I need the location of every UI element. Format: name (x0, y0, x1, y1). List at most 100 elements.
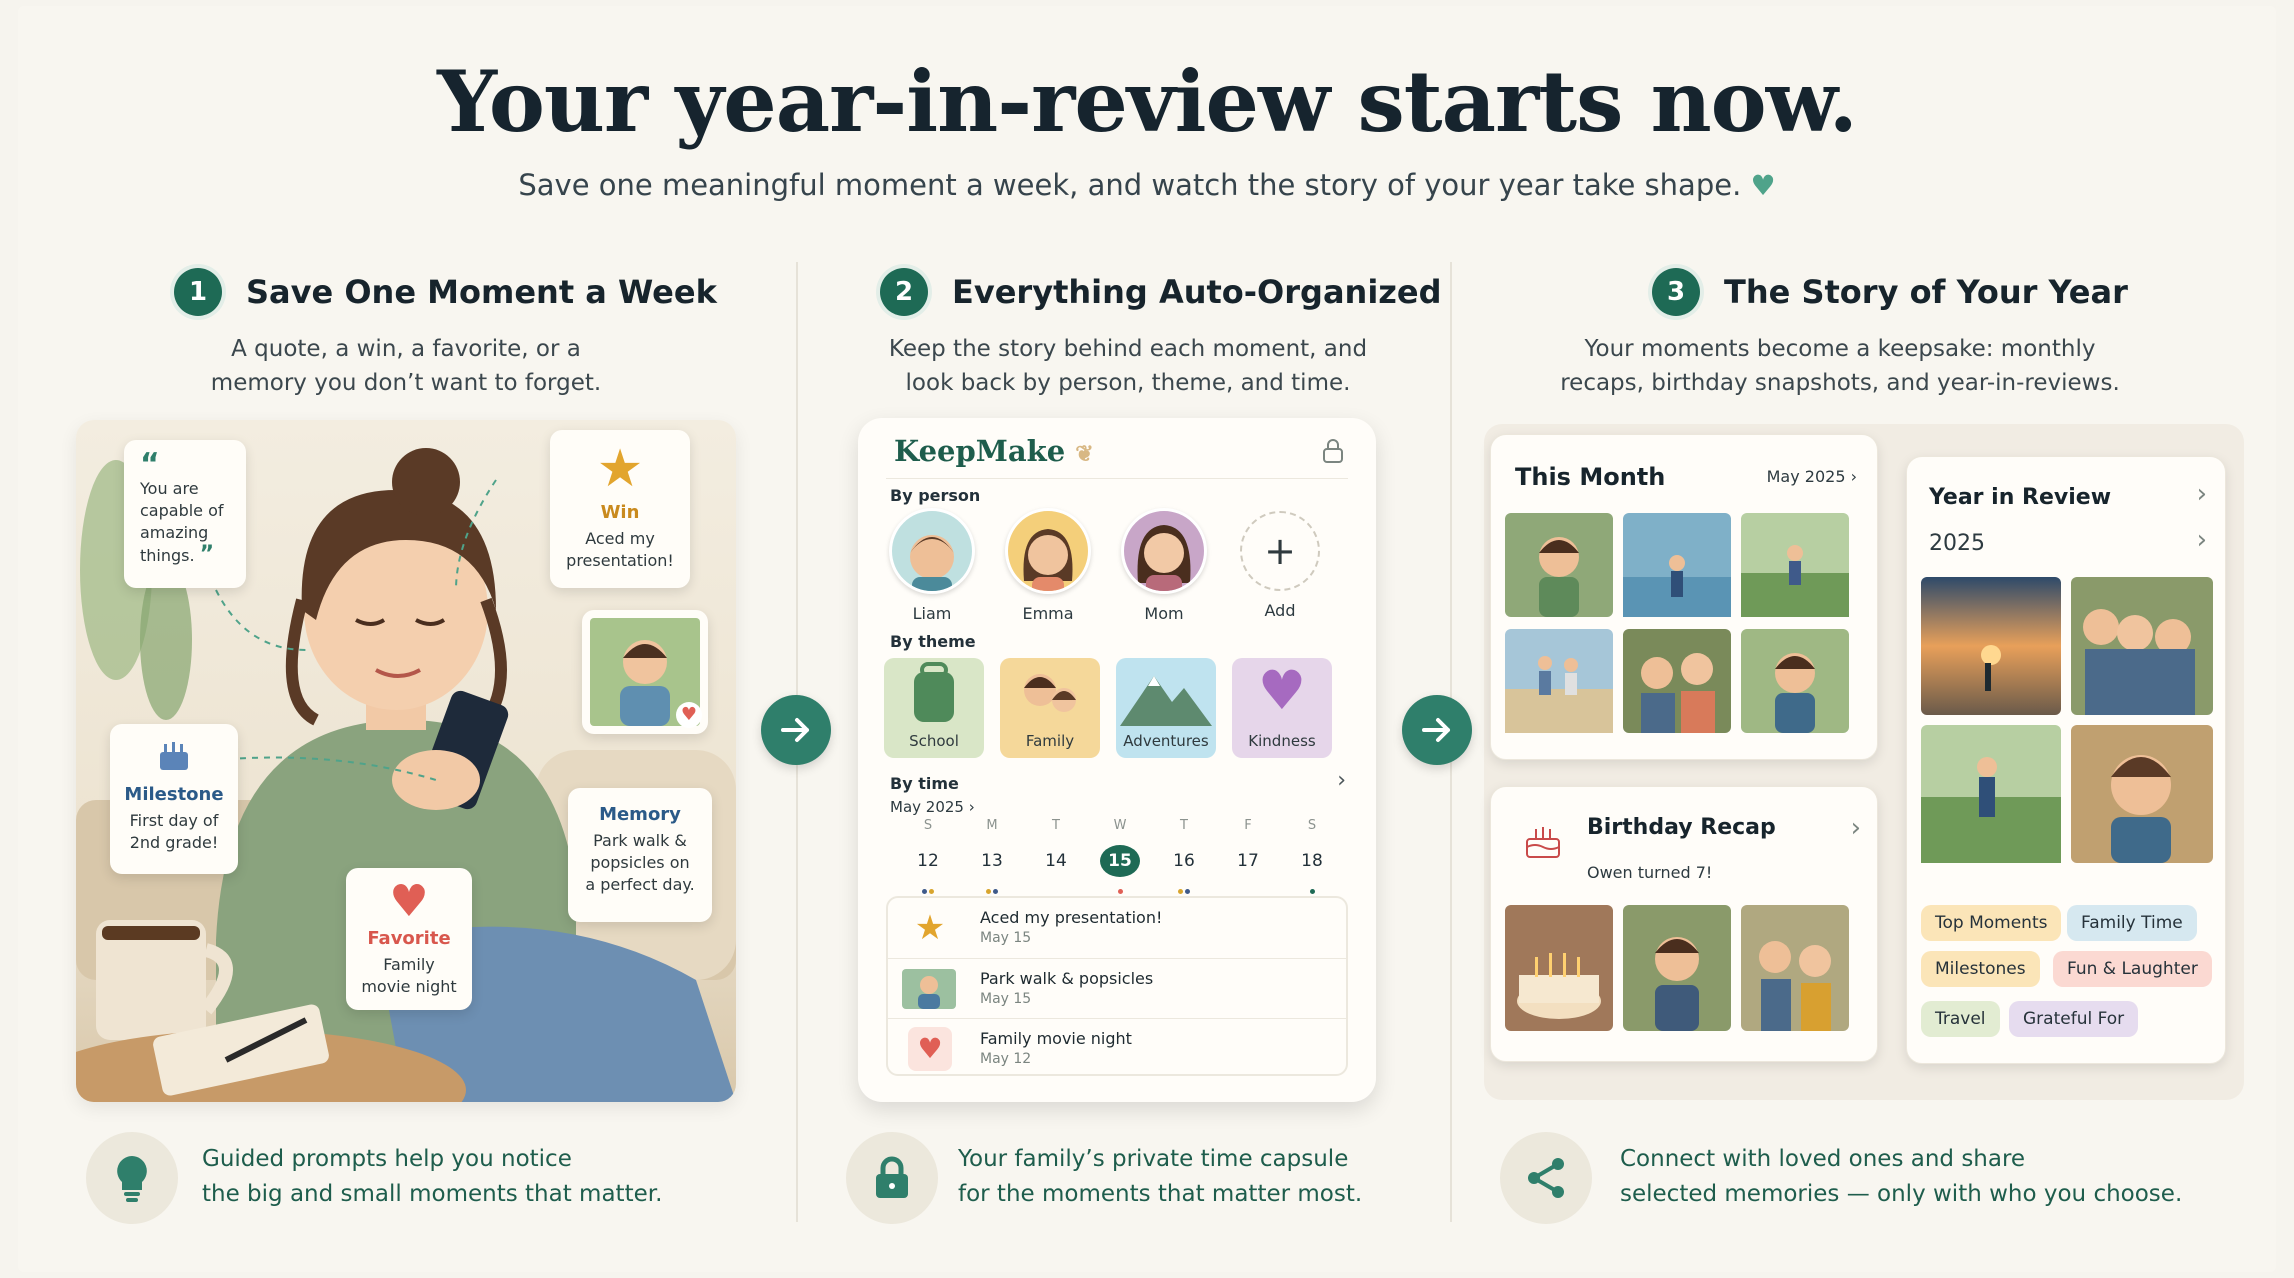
calendar-day-selected[interactable]: W 15 (1100, 818, 1140, 894)
month-link[interactable]: May 2025 › (1767, 467, 1857, 486)
step-3-description: Your moments become a keepsake: monthly … (1480, 332, 2200, 400)
heart-icon: ♥ (676, 702, 702, 728)
theme-school[interactable]: School (884, 658, 984, 758)
card-line: Family (383, 955, 435, 974)
cake-icon (1526, 827, 1560, 858)
footer-line: the big and small moments that matter. (202, 1181, 663, 1207)
step-title: Everything Auto-Organized (952, 273, 1442, 311)
day-number: 15 (1100, 845, 1140, 877)
day-number: 13 (981, 851, 1003, 871)
birthday-subtitle: Owen turned 7! (1587, 863, 1713, 882)
memory-card: Memory Park walk & popsicles on a perfec… (568, 788, 712, 922)
page-headline: Your year-in-review starts now. (437, 52, 1858, 151)
calendar-day[interactable]: S 12 (908, 818, 948, 894)
illustration-panel: “ You are capable of amazing things. ” ★… (76, 420, 736, 1102)
step-2-description: Keep the story behind each moment, and l… (818, 332, 1438, 400)
quote-line: things. (140, 546, 195, 565)
chevron-right-icon[interactable]: › (2197, 525, 2207, 555)
chevron-right-icon[interactable]: › (1851, 813, 1861, 843)
day-of-week: T (1052, 818, 1060, 833)
milestone-card: Milestone First day of 2nd grade! (110, 724, 238, 874)
calendar-day[interactable]: T 16 (1164, 818, 1204, 894)
entry-date: May 15 (980, 930, 1032, 946)
birthday-title: Birthday Recap (1587, 815, 1776, 840)
heart-icon: ♥ (1257, 659, 1307, 722)
win-caption: Win (600, 502, 640, 523)
day-of-week: M (986, 818, 998, 833)
this-month-card[interactable]: This Month May 2025 › (1490, 434, 1878, 760)
entry-title: Family movie night (980, 1029, 1132, 1048)
add-person-button[interactable]: + Add (1232, 508, 1328, 620)
calendar-day[interactable]: F 17 (1228, 818, 1268, 887)
tag-top-moments[interactable]: Top Moments (1921, 905, 2062, 941)
photo-card: ♥ (582, 610, 708, 734)
step-1-description: A quote, a win, a favorite, or a memory … (76, 332, 736, 400)
milestone-caption: Milestone (124, 784, 224, 805)
footer-line: for the moments that matter most. (958, 1181, 1363, 1207)
description-line: A quote, a win, a favorite, or a (231, 336, 581, 362)
person-emma[interactable]: Emma (1000, 508, 1096, 623)
avatar (1005, 508, 1091, 594)
card-line: First day of (129, 811, 219, 830)
avatar-name: Liam (912, 604, 952, 623)
next-arrow-button[interactable] (1402, 695, 1472, 765)
person-mom[interactable]: Mom (1116, 508, 1212, 623)
step-2-header: 2 Everything Auto-Organized (880, 268, 1442, 316)
month-selector[interactable]: May 2025 › (890, 798, 975, 816)
year-in-review-card[interactable]: Year in Review › 2025 › Top Moments Fami… (1906, 456, 2226, 1064)
list-item[interactable]: ★ Aced my presentation! May 15 (888, 898, 1346, 958)
footer-line: selected memories — only with who you ch… (1620, 1181, 2183, 1207)
backpack-icon (914, 662, 954, 722)
calendar-day[interactable]: T 14 (1036, 818, 1076, 887)
app-logo-text: KeepMake (894, 434, 1066, 468)
star-icon: ★ (914, 908, 946, 948)
lightbulb-icon (86, 1132, 178, 1224)
theme-family[interactable]: Family (1000, 658, 1100, 758)
avatar-name: Add (1264, 601, 1296, 620)
list-item[interactable]: Park walk & popsicles May 15 (888, 958, 1346, 1018)
calendar-day[interactable]: M 13 (972, 818, 1012, 894)
month-label: May 2025 (890, 798, 964, 816)
star-icon: ★ (596, 439, 644, 499)
theme-label: Family (1025, 732, 1075, 750)
month-date: May 2025 (1766, 467, 1846, 486)
app-logo: KeepMake ❦ (894, 434, 1094, 468)
birthday-recap-card[interactable]: Birthday Recap Owen turned 7! › (1490, 786, 1878, 1062)
footer-line: Guided prompts help you notice (202, 1146, 572, 1172)
tag-family-time[interactable]: Family Time (2067, 905, 2197, 941)
avatar (1121, 508, 1207, 594)
heart-icon: ♥ (1750, 169, 1776, 202)
day-number: 17 (1237, 851, 1259, 871)
favorite-card: ♥ Favorite Family movie night (346, 868, 472, 1010)
tag-milestones[interactable]: Milestones (1921, 951, 2040, 987)
footer-line: Your family’s private time capsule (958, 1146, 1349, 1172)
card-line: popsicles on (590, 853, 690, 872)
chevron-right-icon[interactable]: › (2197, 479, 2207, 509)
tag-grateful-for[interactable]: Grateful For (2009, 1001, 2139, 1037)
chevron-right-icon[interactable]: › (1337, 768, 1346, 793)
moment-list: ★ Aced my presentation! May 15 Park walk… (886, 896, 1348, 1076)
list-item[interactable]: ♥ Family movie night May 12 (888, 1018, 1346, 1078)
theme-label: Kindness (1248, 732, 1316, 750)
quote-line-last: things. ” (140, 542, 215, 567)
lock-icon (846, 1132, 938, 1224)
theme-adventures[interactable]: Adventures (1116, 658, 1216, 758)
heart-icon: ♥ (908, 1027, 952, 1071)
share-icon[interactable] (1500, 1132, 1592, 1224)
tag-fun-laughter[interactable]: Fun & Laughter (2053, 951, 2212, 987)
divider (886, 478, 1348, 479)
avatar-name: Emma (1022, 604, 1074, 623)
heart-icon: ♥ (389, 876, 429, 927)
favorite-caption: Favorite (367, 928, 451, 949)
calendar-day[interactable]: S 18 (1292, 818, 1332, 894)
next-arrow-button[interactable] (761, 695, 831, 765)
mountain-icon (1120, 676, 1212, 726)
step-number: 1 (174, 268, 222, 316)
person-liam[interactable]: Liam (884, 508, 980, 623)
lock-icon[interactable] (1322, 438, 1344, 468)
by-time-label: By time (890, 774, 959, 793)
entry-title: Aced my presentation! (980, 908, 1163, 927)
birthday-photo-grid (1505, 905, 1849, 1031)
tag-travel[interactable]: Travel (1921, 1001, 2000, 1037)
theme-kindness[interactable]: ♥ Kindness (1232, 658, 1332, 758)
